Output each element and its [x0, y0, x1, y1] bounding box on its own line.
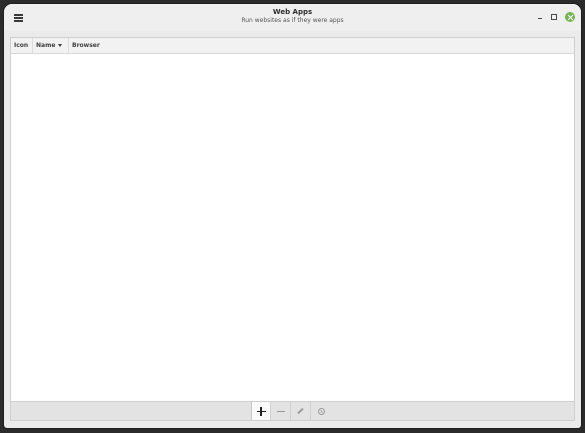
minimize-button[interactable]: [535, 12, 545, 22]
pencil-icon: [297, 407, 304, 415]
column-name-label: Name: [36, 42, 56, 49]
maximize-button[interactable]: [549, 12, 559, 22]
add-button[interactable]: [251, 402, 271, 420]
launch-button[interactable]: [311, 402, 331, 420]
app-window: Web Apps Run websites as if they were ap…: [4, 4, 581, 428]
edit-button[interactable]: [291, 402, 311, 420]
close-button[interactable]: [565, 12, 575, 22]
minimize-icon: [538, 18, 542, 19]
column-icon-header[interactable]: Icon: [11, 38, 33, 53]
action-button-group: [251, 402, 331, 420]
run-icon: [317, 407, 325, 415]
action-bar: [10, 401, 575, 421]
hamburger-icon: [14, 14, 23, 22]
remove-button[interactable]: [271, 402, 291, 420]
minus-icon: [276, 410, 285, 412]
title-block: Web Apps Run websites as if they were ap…: [154, 8, 431, 25]
maximize-icon: [551, 14, 557, 20]
menu-button[interactable]: [10, 9, 27, 26]
window-subtitle: Run websites as if they were apps: [241, 17, 344, 24]
column-browser-label: Browser: [72, 42, 100, 49]
column-icon-label: Icon: [14, 42, 29, 49]
webapps-list[interactable]: Icon Name Browser: [10, 37, 575, 402]
column-header: Icon Name Browser: [11, 38, 574, 54]
headerbar: Web Apps Run websites as if they were ap…: [4, 4, 581, 31]
list-body[interactable]: [11, 54, 574, 401]
column-browser-header[interactable]: Browser: [69, 38, 574, 53]
column-name-header[interactable]: Name: [33, 38, 69, 53]
sort-down-icon: [58, 44, 63, 47]
window-title: Web Apps: [272, 8, 313, 16]
plus-icon: [256, 406, 266, 416]
close-icon: [565, 12, 575, 22]
